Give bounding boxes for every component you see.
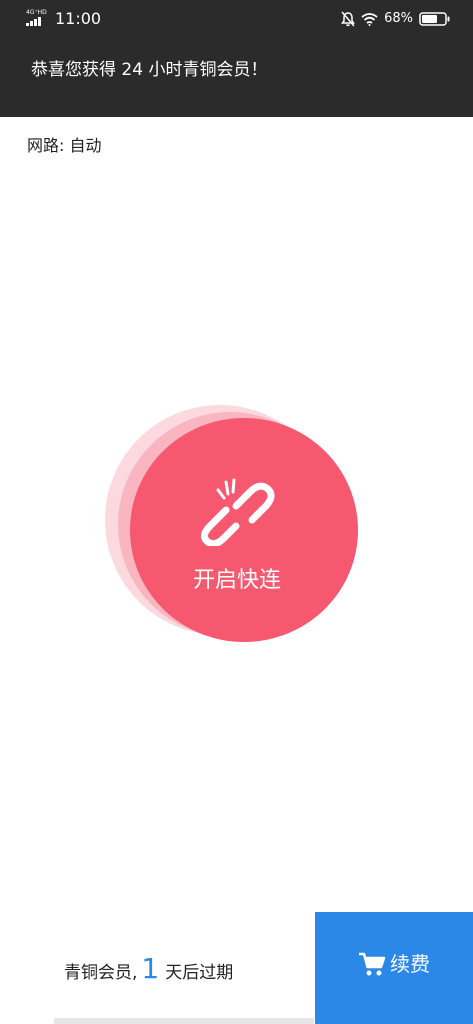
connect-area: 开启快连 bbox=[100, 400, 370, 650]
route-selector[interactable]: 网路: 自动 bbox=[27, 135, 101, 157]
membership-suffix: 天后过期 bbox=[165, 963, 234, 983]
broken-link-icon bbox=[201, 478, 275, 546]
status-bar: 4G⁺HD 11:00 68% bbox=[0, 0, 473, 37]
wifi-icon bbox=[361, 13, 378, 26]
cart-icon bbox=[359, 952, 386, 976]
renew-label: 续费 bbox=[390, 952, 430, 976]
renew-button[interactable]: 续费 bbox=[315, 912, 473, 1024]
network-type-label: 4G⁺HD bbox=[26, 9, 47, 16]
mute-icon bbox=[341, 11, 356, 27]
reward-banner: 恭喜您获得 24 小时青铜会员！ bbox=[0, 37, 473, 117]
status-icons: 68% bbox=[335, 10, 451, 28]
membership-status: 青铜会员, 1 天后过期 bbox=[64, 952, 233, 988]
banner-message: 恭喜您获得 24 小时青铜会员！ bbox=[31, 60, 268, 80]
days-left: 1 bbox=[141, 952, 160, 985]
quick-connect-button[interactable]: 开启快连 bbox=[130, 418, 358, 642]
app-screen: 4G⁺HD 11:00 68% 恭喜您获得 24 小时青铜会员！ 网路: 自动 … bbox=[0, 0, 473, 1024]
connect-label: 开启快连 bbox=[192, 568, 281, 593]
membership-prefix: 青铜会员, bbox=[64, 963, 138, 983]
battery-percent: 68% bbox=[384, 11, 413, 26]
bottom-divider bbox=[54, 1018, 314, 1024]
signal-icon: 4G⁺HD bbox=[26, 10, 48, 26]
battery-icon bbox=[419, 12, 450, 26]
bottom-bar: 青铜会员, 1 天后过期 续费 bbox=[0, 912, 473, 1024]
clock: 11:00 bbox=[55, 9, 102, 28]
